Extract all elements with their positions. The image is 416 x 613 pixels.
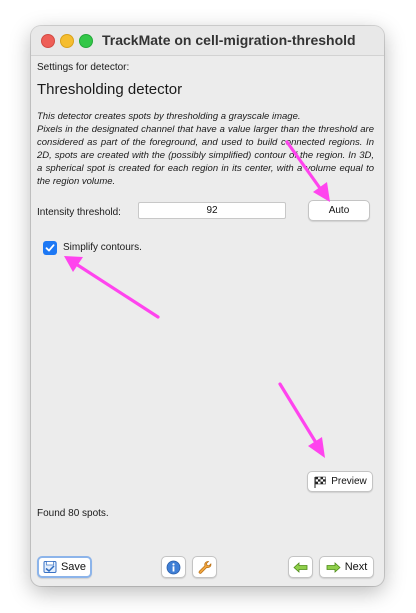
settings-label: Settings for detector: [37,62,130,73]
checkmark-icon [45,244,55,252]
info-icon [166,560,181,574]
next-button[interactable]: Next [319,556,374,578]
info-button[interactable] [161,556,186,578]
detector-description: This detector creates spots by threshold… [37,111,374,188]
description-line: This detector creates spots by threshold… [37,111,301,122]
save-label: Save [60,561,87,573]
settings-wrench-button[interactable] [192,556,217,578]
back-arrow-icon [293,561,308,573]
checkered-flag-icon [314,476,327,488]
auto-threshold-button[interactable]: Auto [308,200,370,221]
next-arrow-icon [326,561,341,573]
detector-heading: Thresholding detector [37,81,183,98]
trackmate-window: TrackMate on cell-migration-threshold Se… [31,26,384,586]
floppy-icon [43,561,57,573]
preview-button[interactable]: Preview [307,471,373,492]
save-button[interactable]: Save [37,556,92,578]
wrench-icon [198,560,212,574]
found-spots-status: Found 80 spots. [37,508,109,519]
simplify-contours-label: Simplify contours. [63,242,142,253]
close-window-button[interactable] [41,34,55,48]
preview-label: Preview [331,476,367,487]
title-bar: TrackMate on cell-migration-threshold [31,26,384,56]
intensity-threshold-input[interactable] [138,202,286,219]
intensity-threshold-label: Intensity threshold: [37,207,121,218]
simplify-contours-checkbox[interactable] [43,241,57,255]
zoom-window-button[interactable] [79,34,93,48]
minimize-window-button[interactable] [60,34,74,48]
description-paragraph: Pixels in the designated channel that ha… [37,123,374,187]
window-title: TrackMate on cell-migration-threshold [102,32,356,48]
next-label: Next [344,561,368,573]
previous-button[interactable] [288,556,313,578]
